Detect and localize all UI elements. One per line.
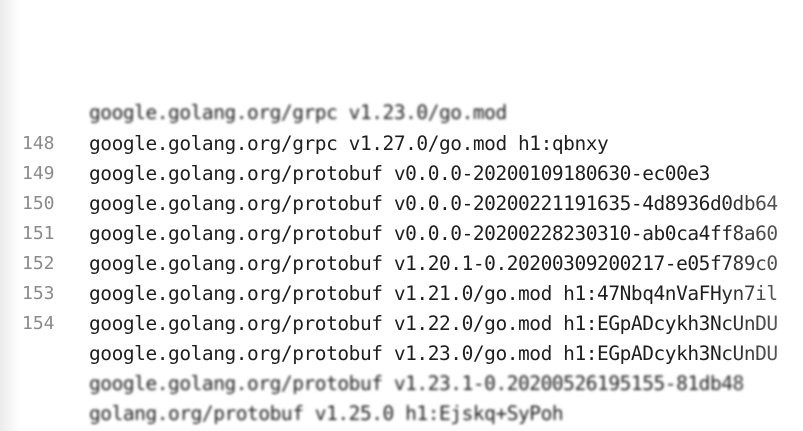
code-line[interactable]: 148 google.golang.org/protobuf v0.0.0-20… [0, 99, 803, 185]
code-line[interactable] [0, 369, 803, 399]
code-line[interactable]: golang.org/protobuf v1.25.0 h1:Ejskq+SyP… [0, 339, 803, 425]
code-line[interactable]: 154 google.golang.org/protobuf v1.23.0/g… [0, 279, 803, 365]
code-editor[interactable]: google.golang.org/grpc v1.23.0/go.mod go… [0, 0, 803, 431]
code-line[interactable]: google.golang.org/grpc v1.27.0/go.mod h1… [0, 69, 803, 155]
code-line[interactable]: 150 google.golang.org/protobuf v0.0.0-20… [0, 159, 803, 245]
code-line[interactable] [0, 399, 803, 429]
code-line[interactable]: 153 google.golang.org/protobuf v1.22.0/g… [0, 249, 803, 335]
code-line[interactable]: 151 google.golang.org/protobuf v1.20.1-0… [0, 189, 803, 275]
code-line[interactable]: 152 google.golang.org/protobuf v1.21.0/g… [0, 219, 803, 305]
code-line[interactable]: 149 google.golang.org/protobuf v0.0.0-20… [0, 129, 803, 215]
code-line[interactable]: google.golang.org/grpc v1.23.0/go.mod [0, 38, 803, 124]
code-line[interactable]: google.golang.org/protobuf v1.23.1-0.202… [0, 309, 803, 395]
